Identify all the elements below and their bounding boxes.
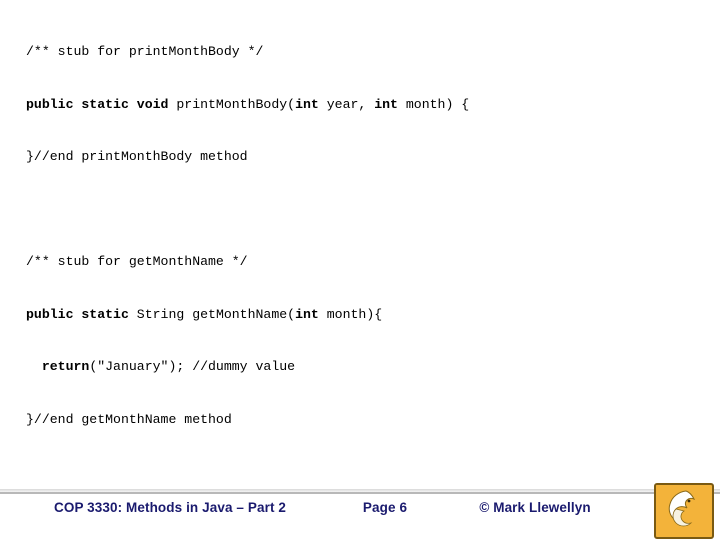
footer-copyright: © Mark Llewellyn — [479, 500, 591, 515]
code-line: }//end getMonthName method — [26, 411, 232, 427]
code-line: return("January"); //dummy value — [41, 359, 296, 374]
slide-footer: COP 3330: Methods in Java – Part 2 Page … — [0, 492, 720, 540]
code-block: /** stub for printMonthBody */ public st… — [0, 0, 720, 492]
code-line: public static void printMonthBody(int ye… — [26, 96, 470, 112]
code-line: /** stub for printMonthBody */ — [26, 44, 264, 59]
code-line: }//end printMonthBody method — [26, 149, 248, 164]
ucf-pegasus-logo-icon — [654, 483, 714, 539]
footer-page-number: Page 6 — [362, 500, 408, 515]
slide: /** stub for printMonthBody */ public st… — [0, 0, 720, 540]
footer-course-title: COP 3330: Methods in Java – Part 2 — [54, 500, 286, 515]
code-line: /** stub for getMonthName */ — [26, 254, 248, 269]
code-line: public static String getMonthName(int mo… — [26, 306, 383, 322]
